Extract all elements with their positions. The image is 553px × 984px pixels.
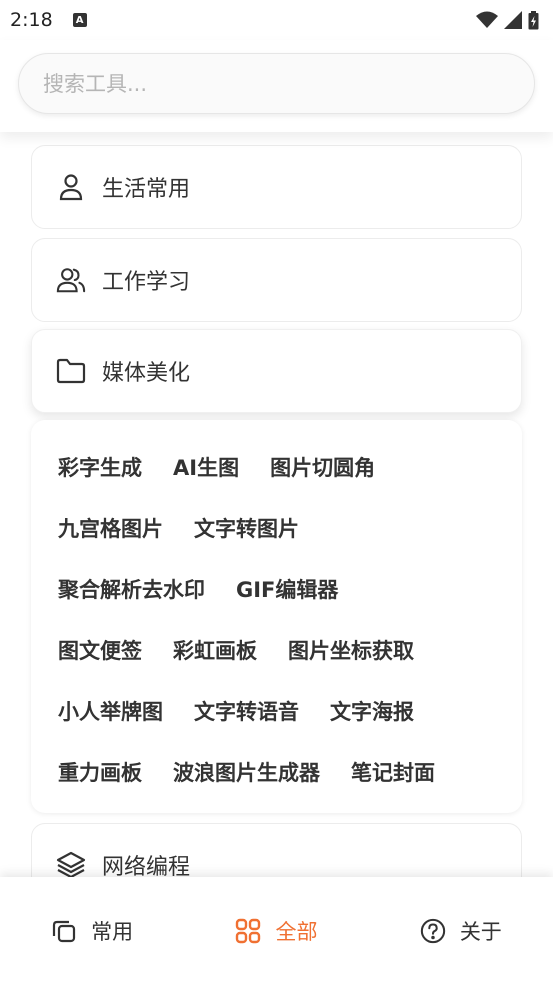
tool-row: 图文便签 彩虹画板 图片坐标获取 [58, 619, 522, 680]
category-network[interactable]: 网络编程 [31, 823, 522, 877]
category-label: 工作学习 [102, 270, 191, 295]
grid-icon [235, 918, 261, 944]
search-box[interactable] [18, 53, 535, 114]
category-label: 生活常用 [102, 177, 191, 202]
tool-item[interactable]: GIF编辑器 [236, 574, 338, 604]
person-icon [56, 172, 86, 202]
tool-item[interactable]: 笔记封面 [351, 757, 435, 787]
nav-common[interactable]: 常用 [0, 916, 184, 946]
category-list[interactable]: 生活常用 工作学习 媒体美化 彩字生成 AI生图 图片切圆角 九宫格图片 文字转… [0, 132, 553, 877]
nav-about[interactable]: 关于 [369, 916, 553, 946]
category-life[interactable]: 生活常用 [31, 145, 522, 229]
tool-item[interactable]: 波浪图片生成器 [173, 757, 320, 787]
tool-item[interactable]: 聚合解析去水印 [58, 574, 205, 604]
battery-icon [528, 10, 539, 29]
search-input[interactable] [43, 71, 534, 96]
category-label: 媒体美化 [102, 361, 191, 386]
tool-row: 重力画板 波浪图片生成器 笔记封面 [58, 741, 522, 802]
wifi-icon [476, 11, 498, 28]
tool-row: 小人举牌图 文字转语音 文字海报 [58, 680, 522, 741]
tool-item[interactable]: 图文便签 [58, 635, 142, 665]
status-time: 2:18 [10, 9, 53, 31]
nav-label: 关于 [459, 919, 502, 944]
status-bar: 2:18 A [0, 0, 553, 40]
signal-icon [504, 11, 522, 29]
layers-icon [56, 850, 86, 877]
tool-item[interactable]: 文字海报 [330, 696, 414, 726]
tool-item[interactable]: AI生图 [173, 452, 239, 482]
media-tools-grid: 彩字生成 AI生图 图片切圆角 九宫格图片 文字转图片 聚合解析去水印 GIF编… [31, 420, 522, 813]
folder-icon [56, 356, 86, 386]
category-label: 网络编程 [102, 855, 191, 877]
nav-label: 常用 [91, 919, 134, 944]
tool-row: 九宫格图片 文字转图片 [58, 497, 522, 558]
tool-item[interactable]: 图片坐标获取 [288, 635, 414, 665]
tool-item[interactable]: 彩字生成 [58, 452, 142, 482]
notification-icon: A [72, 13, 87, 27]
category-media[interactable]: 媒体美化 [31, 329, 522, 413]
help-icon [420, 918, 446, 944]
tool-item[interactable]: 重力画板 [58, 757, 142, 787]
bottom-nav: 常用 全部 关于 [0, 877, 553, 984]
copy-icon [51, 918, 77, 944]
tool-item[interactable]: 文字转语音 [194, 696, 299, 726]
nav-label: 全部 [275, 919, 318, 944]
tool-item[interactable]: 彩虹画板 [173, 635, 257, 665]
tool-row: 聚合解析去水印 GIF编辑器 [58, 558, 522, 619]
status-icons [476, 10, 539, 30]
tool-row: 彩字生成 AI生图 图片切圆角 [58, 436, 522, 497]
tool-item[interactable]: 图片切圆角 [270, 452, 375, 482]
tool-item[interactable]: 小人举牌图 [58, 696, 163, 726]
nav-all[interactable]: 全部 [184, 916, 368, 946]
category-work[interactable]: 工作学习 [31, 238, 522, 322]
tool-item[interactable]: 九宫格图片 [58, 513, 163, 543]
tool-item[interactable]: 文字转图片 [194, 513, 299, 543]
search-bar [0, 40, 553, 132]
people-icon [56, 265, 86, 295]
